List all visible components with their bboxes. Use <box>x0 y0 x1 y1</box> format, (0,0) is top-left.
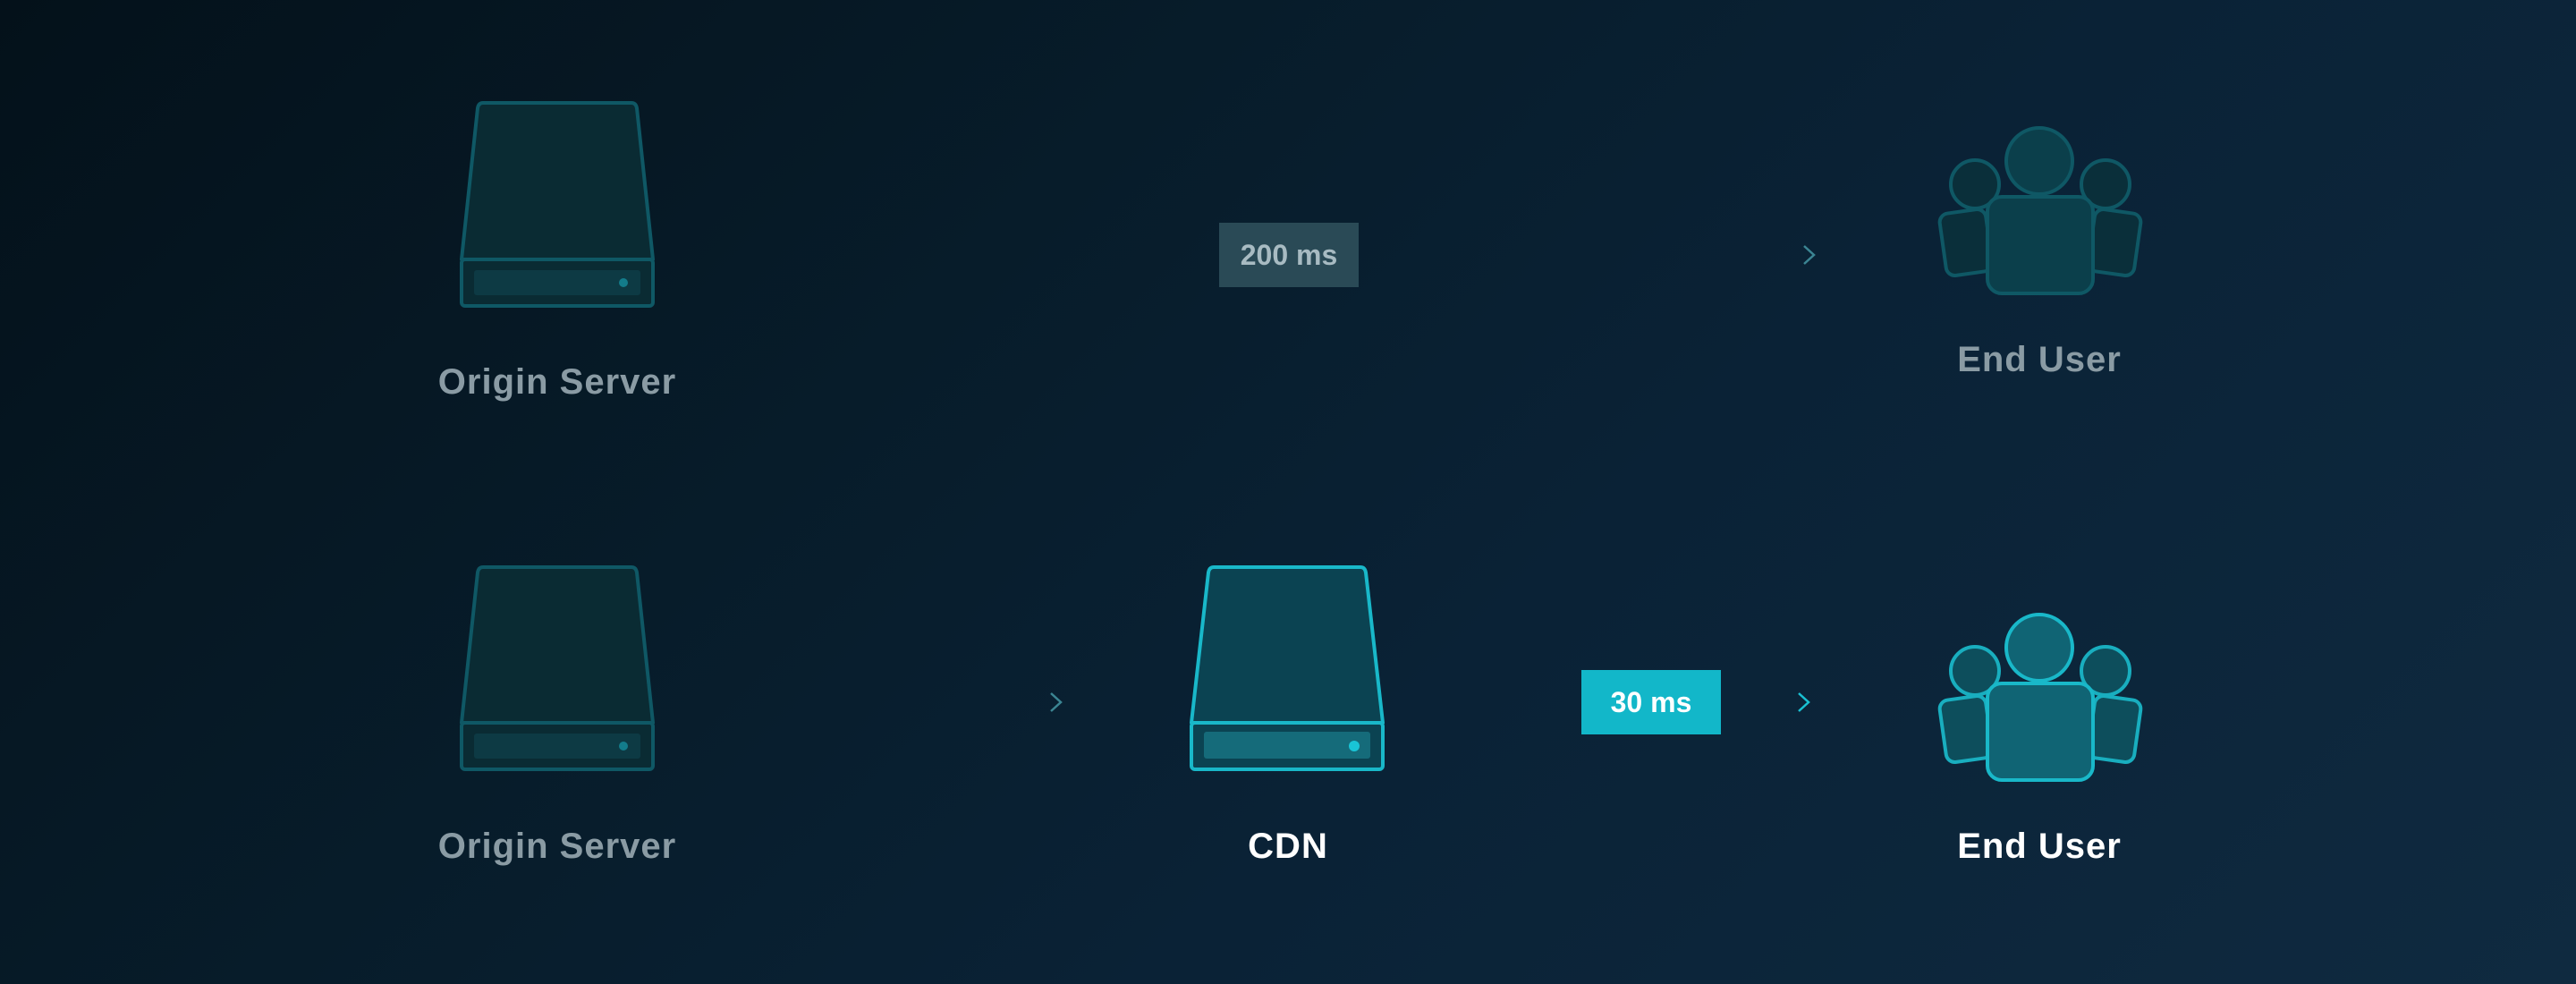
users-icon <box>1937 126 2143 295</box>
end-user-label: End User <box>1957 340 2122 379</box>
users-icon <box>1937 613 2143 782</box>
cdn-latency-diagram: Origin Server 200 ms End User Origin Ser… <box>0 0 2576 984</box>
latency-badge-slow: 200 ms <box>1219 223 1359 287</box>
arrow-icon <box>753 692 1063 712</box>
origin-server-label: Origin Server <box>437 362 677 402</box>
end-user-label: End User <box>1957 827 2122 866</box>
latency-badge-fast: 30 ms <box>1581 670 1721 734</box>
server-icon <box>460 101 655 308</box>
server-icon <box>460 565 655 771</box>
cdn-server-icon <box>1190 565 1385 771</box>
cdn-label: CDN <box>1248 827 1328 866</box>
origin-server-label: Origin Server <box>437 827 677 866</box>
